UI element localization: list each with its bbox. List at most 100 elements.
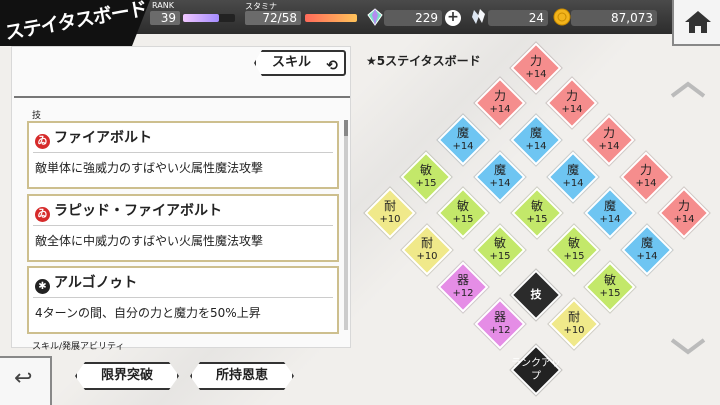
stamina-value: 72/58 <box>245 11 301 25</box>
board-tile-label: 魔 +14 <box>510 127 562 153</box>
tile-stat-kind: 敏 <box>456 199 469 213</box>
board-tile-label: 力 +14 <box>620 164 672 190</box>
tile-stat-value: +14 <box>561 104 583 115</box>
skill-name: アルゴノゥト <box>54 275 138 291</box>
back-button[interactable]: ↩ <box>0 356 52 405</box>
skill-toggle-label: スキル <box>272 55 312 70</box>
board-tile-label: 魔 +14 <box>584 200 636 226</box>
board-tile-label: 魔 +14 <box>621 237 673 263</box>
card-divider <box>33 225 333 226</box>
card-divider <box>33 152 333 153</box>
center-tile-label: 技 <box>530 288 542 301</box>
home-icon <box>685 11 711 33</box>
tile-stat-value: +15 <box>489 251 511 262</box>
tile-stat-value: +14 <box>489 178 511 189</box>
tile-stat-value: +12 <box>452 288 474 299</box>
card-divider <box>33 297 333 298</box>
tile-stat-kind: 力 <box>529 54 542 68</box>
limit-break-button[interactable]: 限界突破 <box>75 362 179 390</box>
tile-stat-kind: 魔 <box>493 163 506 177</box>
tile-stat-value: +14 <box>525 69 547 80</box>
tile-stat-value: +15 <box>452 214 474 225</box>
sync-icon: ⟲ <box>326 58 338 74</box>
fire-icon: ゐ <box>35 207 50 222</box>
tile-stat-kind: 敏 <box>493 236 506 250</box>
tile-stat-kind: 魔 <box>603 199 616 213</box>
home-button[interactable] <box>672 0 720 46</box>
page-title: ステイタスボード <box>3 0 149 45</box>
tile-stat-value: +15 <box>563 251 585 262</box>
skill-card[interactable]: ゐラピッド・ファイアボルト 敵全体に中威力のすばやい火属性魔法攻撃 <box>27 194 339 262</box>
panel-scrollbar[interactable] <box>344 120 348 330</box>
board-tile-label: 魔 +14 <box>474 164 526 190</box>
tile-stat-value: +12 <box>489 325 511 336</box>
tile-stat-kind: 力 <box>493 89 506 103</box>
board-tile-label: 敏 +15 <box>584 274 636 300</box>
skill-name-row: ゐファイアボルト <box>35 127 152 149</box>
panel-scrollbar-thumb[interactable] <box>344 120 348 136</box>
fire-icon: ゐ <box>35 134 50 149</box>
skill-name-row: ゐラピッド・ファイアボルト <box>35 200 222 222</box>
skill-description: 4ターンの間、自分の力と魔力を50%上昇 <box>35 306 261 320</box>
tile-stat-kind: 器 <box>456 273 469 287</box>
tile-stat-kind: 耐 <box>567 310 580 324</box>
gem-icon <box>367 8 383 26</box>
board-tile-label: 力 +14 <box>474 90 526 116</box>
tile-stat-kind: 力 <box>677 199 690 213</box>
rank-progress-fill <box>183 14 220 22</box>
tile-stat-value: +14 <box>673 214 695 225</box>
tile-stat-kind: 耐 <box>420 236 433 250</box>
panel-divider <box>14 96 350 98</box>
skill-name-row: ✱ アルゴノゥト <box>35 272 137 294</box>
tile-stat-kind: 敏 <box>567 236 580 250</box>
star-burst-icon: ✱ <box>35 279 50 294</box>
tile-stat-kind: 魔 <box>566 163 579 177</box>
tile-stat-value: +10 <box>416 251 438 262</box>
skill-name: ファイアボルト <box>54 130 152 146</box>
tile-stat-kind: 敏 <box>419 163 432 177</box>
tile-stat-kind: 魔 <box>640 236 653 250</box>
tile-stat-value: +14 <box>635 178 657 189</box>
board-tile-label: 敏 +15 <box>474 237 526 263</box>
tile-stat-value: +14 <box>452 141 474 152</box>
back-arrow-icon: ↩ <box>14 366 33 391</box>
board-tile-label: 敏 +15 <box>437 200 489 226</box>
tile-stat-kind: 力 <box>565 89 578 103</box>
crystal-icon <box>472 9 485 24</box>
owned-blessings-button[interactable]: 所持恩恵 <box>190 362 294 390</box>
board-tile-label: 力 +14 <box>658 200 710 226</box>
rank-value: 39 <box>150 11 180 25</box>
tile-stat-kind: 敏 <box>603 273 616 287</box>
stamina-progress-bar <box>305 14 357 22</box>
tile-stat-value: +15 <box>526 214 548 225</box>
scroll-down-icon[interactable] <box>668 336 708 356</box>
skill-card[interactable]: ゐファイアボルト 敵単体に強威力のすばやい火属性魔法攻撃 <box>27 121 339 189</box>
tile-stat-kind: 魔 <box>529 126 542 140</box>
board-tile-label: 力 +14 <box>546 90 598 116</box>
tile-stat-value: +14 <box>599 214 621 225</box>
rank-label: RANK <box>152 1 174 10</box>
skill-card[interactable]: ✱ アルゴノゥト 4ターンの間、自分の力と魔力を50%上昇 <box>27 266 339 334</box>
tile-stat-value: +14 <box>489 104 511 115</box>
tile-stat-value: +15 <box>415 178 437 189</box>
board-tile-label: 魔 +14 <box>437 127 489 153</box>
board-tile-label: 魔 +14 <box>547 164 599 190</box>
tile-stat-value: +14 <box>636 251 658 262</box>
board-tile-label: 力 +14 <box>510 55 562 81</box>
tile-stat-kind: 器 <box>493 310 506 324</box>
board-tile-label: 器 +12 <box>437 274 489 300</box>
gold-coin-icon <box>553 8 571 26</box>
scroll-up-icon[interactable] <box>668 80 708 100</box>
stamina-progress-fill <box>305 14 357 22</box>
board-tile-label: 耐 +10 <box>364 200 416 226</box>
rank-progress-bar <box>183 14 235 22</box>
tile-stat-kind: 耐 <box>383 199 396 213</box>
add-gems-button[interactable]: + <box>445 10 461 26</box>
tile-stat-kind: 力 <box>639 163 652 177</box>
skill-description: 敵単体に強威力のすばやい火属性魔法攻撃 <box>35 161 264 175</box>
board-tile-label: 耐 +10 <box>401 237 453 263</box>
board-tile-label: 器 +12 <box>474 311 526 337</box>
skill-toggle-button[interactable]: スキル ⟲ <box>254 50 346 76</box>
tile-stat-kind: 敏 <box>530 199 543 213</box>
tile-stat-kind: 魔 <box>456 126 469 140</box>
